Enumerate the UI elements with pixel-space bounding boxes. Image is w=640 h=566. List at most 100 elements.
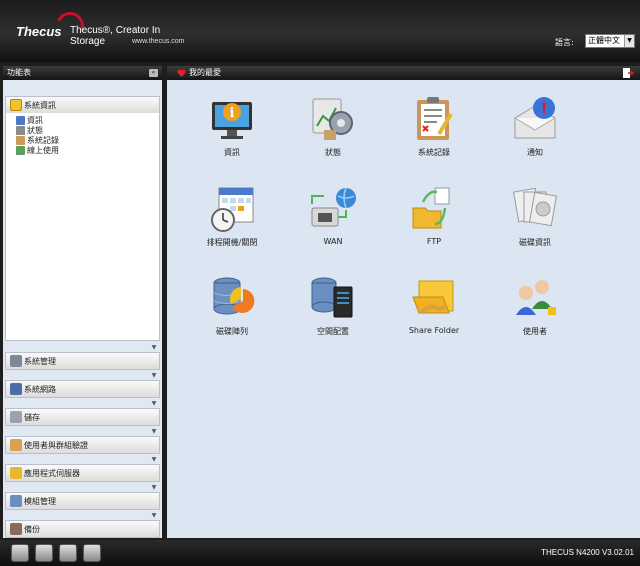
tree-item-info[interactable]: 資訊 xyxy=(6,115,159,125)
log-icon xyxy=(16,135,25,145)
section-label: 使用者與群組驗證 xyxy=(24,440,88,450)
heart-icon xyxy=(177,69,186,77)
section-header-app-server[interactable]: 應用程式伺服器 xyxy=(5,464,160,482)
section-label: 儲存 xyxy=(24,412,40,422)
section-storage: ▼ 儲存 xyxy=(3,400,162,428)
app-server-icon xyxy=(10,467,22,479)
app-label: 系統記錄 xyxy=(418,148,450,157)
expand-icon[interactable]: ▼ xyxy=(150,512,158,520)
share-folder-icon xyxy=(409,273,459,323)
app-share-folder[interactable]: Share Folder xyxy=(389,273,479,335)
app-notification[interactable]: ! 通知 xyxy=(490,94,580,158)
section-module-management: ▼ 模組管理 xyxy=(3,484,162,512)
expand-icon[interactable]: ▼ xyxy=(150,456,158,464)
section-label: 模組管理 xyxy=(24,496,56,506)
expand-icon[interactable]: ▼ xyxy=(150,484,158,492)
users-icon xyxy=(10,439,22,451)
space-allocation-icon xyxy=(308,273,358,323)
section-header-system-management[interactable]: 系統管理 xyxy=(5,352,160,370)
expand-icon[interactable]: ▼ xyxy=(150,344,158,352)
app-system-log[interactable]: 系統記錄 xyxy=(389,94,479,158)
app-label: FTP xyxy=(426,237,442,246)
app-space-allocation[interactable]: 空間配置 xyxy=(288,273,378,337)
raid-pie-icon xyxy=(207,273,257,323)
logo-brand: Thecus xyxy=(16,24,62,39)
expand-icon[interactable]: ▼ xyxy=(150,372,158,380)
section-system-management: ▼ 系統管理 xyxy=(3,344,162,372)
backup-icon xyxy=(10,523,22,535)
app-label: 磁碟資訊 xyxy=(519,238,551,247)
app-raid[interactable]: 磁碟陣列 xyxy=(187,273,277,337)
section-tree: 資訊 狀態 系統記錄 線上使用 xyxy=(5,113,160,341)
footer-bar: THECUS N4200 V3.02.01 xyxy=(0,540,640,566)
info-icon xyxy=(16,115,25,125)
sidebar-title: 功能表 xyxy=(7,68,31,77)
logout-icon[interactable] xyxy=(622,67,634,79)
tree-item-label: 線上使用 xyxy=(27,145,59,155)
network-icon[interactable] xyxy=(83,544,101,562)
app-schedule-power[interactable]: 排程開機/關閉 xyxy=(187,184,277,248)
app-label: Share Folder xyxy=(408,326,460,335)
users-icon xyxy=(510,273,560,323)
app-label: 空間配置 xyxy=(317,327,349,336)
section-header-system-network[interactable]: 系統網路 xyxy=(5,380,160,398)
app-label: 排程開機/關閉 xyxy=(206,238,258,247)
app-ftp[interactable]: FTP xyxy=(389,184,479,246)
info-section-icon xyxy=(10,99,22,111)
section-header-backup[interactable]: 備份 xyxy=(5,520,160,538)
section-user-group: ▼ 使用者與群組驗證 xyxy=(3,428,162,456)
thecus-logo: Thecus Thecus®, Creator In Storage www.t… xyxy=(12,8,187,48)
section-header-system-info[interactable]: 系統資訊 xyxy=(5,96,160,114)
status-icon xyxy=(16,125,25,135)
fan-icon[interactable] xyxy=(59,544,77,562)
favorites-header: 我的最愛 xyxy=(167,66,640,80)
monitor-info-icon: i xyxy=(207,94,257,144)
network-icon xyxy=(10,383,22,395)
collapse-sidebar-button[interactable]: « xyxy=(149,69,158,77)
section-header-module-management[interactable]: 模組管理 xyxy=(5,492,160,510)
section-system-network: ▼ 系統網路 xyxy=(3,372,162,400)
app-wan[interactable]: WAN xyxy=(288,184,378,246)
expand-icon[interactable]: ▼ xyxy=(150,428,158,436)
favorites-panel: 我的最愛 i 資訊 狀態 系統記錄 ! 通知 排程開機/關閉 WAN FTP 磁… xyxy=(167,66,640,538)
section-header-storage[interactable]: 儲存 xyxy=(5,408,160,426)
disk-icon[interactable] xyxy=(35,544,53,562)
app-label: 資訊 xyxy=(224,148,240,157)
tools-icon xyxy=(10,355,22,367)
status-gear-icon xyxy=(308,94,358,144)
tree-item-status[interactable]: 狀態 xyxy=(6,125,159,135)
sidebar: 功能表 « ▲ 系統資訊 資訊 狀態 系統記錄 線上使用 xyxy=(3,66,162,538)
module-icon xyxy=(10,495,22,507)
section-label: 系統網路 xyxy=(24,384,56,394)
language-select[interactable]: 正體中文 ▼ xyxy=(585,34,635,48)
app-disk-info[interactable]: 磁碟資訊 xyxy=(490,184,580,248)
app-label: 使用者 xyxy=(523,327,547,336)
language-label: 語言: xyxy=(555,38,574,47)
section-system-info: ▲ 系統資訊 資訊 狀態 系統記錄 線上使用 xyxy=(3,80,162,344)
online-users-icon xyxy=(16,145,25,155)
tree-item-online-users[interactable]: 線上使用 xyxy=(6,145,159,155)
section-label: 應用程式伺服器 xyxy=(24,468,80,478)
app-label: WAN xyxy=(323,237,343,246)
app-label: 通知 xyxy=(527,148,543,157)
folder-transfer-icon xyxy=(409,184,459,234)
firmware-version: THECUS N4200 V3.02.01 xyxy=(541,548,634,557)
section-label: 備份 xyxy=(24,524,40,534)
tree-item-system-log[interactable]: 系統記錄 xyxy=(6,135,159,145)
section-backup: ▼ 備份 xyxy=(3,512,162,540)
chevron-down-icon[interactable]: ▼ xyxy=(624,35,634,47)
sidebar-header: 功能表 « xyxy=(3,66,162,80)
expand-icon[interactable]: ▼ xyxy=(150,400,158,408)
app-info[interactable]: i 資訊 xyxy=(187,94,277,158)
section-app-server: ▼ 應用程式伺服器 xyxy=(3,456,162,484)
section-label: 系統資訊 xyxy=(24,100,56,110)
svg-text:!: ! xyxy=(541,101,547,117)
section-label: 系統管理 xyxy=(24,356,56,366)
favorites-title: 我的最愛 xyxy=(189,68,221,77)
server-icon[interactable] xyxy=(11,544,29,562)
app-status[interactable]: 狀態 xyxy=(288,94,378,158)
app-label: 磁碟陣列 xyxy=(216,327,248,336)
section-header-user-group[interactable]: 使用者與群組驗證 xyxy=(5,436,160,454)
logo-url: www.thecus.com xyxy=(132,38,185,45)
app-users[interactable]: 使用者 xyxy=(490,273,580,337)
